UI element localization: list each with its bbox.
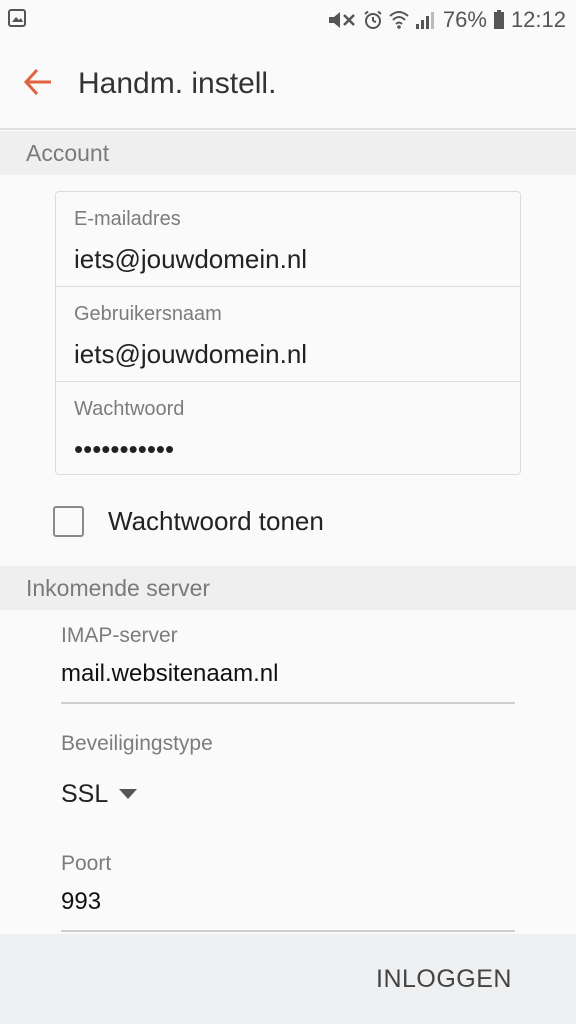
- wifi-icon: [389, 10, 409, 30]
- back-button[interactable]: [0, 39, 76, 129]
- battery-percentage: 76%: [442, 7, 487, 32]
- security-type-dropdown[interactable]: SSL: [61, 774, 138, 814]
- arrow-left-icon: [23, 68, 53, 101]
- status-bar: 76% 12:12: [0, 0, 576, 40]
- app-bar: Handm. instell.: [0, 40, 576, 130]
- show-password-row[interactable]: Wachtwoord tonen: [53, 498, 324, 544]
- signal-icon: [415, 10, 437, 30]
- mute-icon: [327, 10, 357, 30]
- email-field[interactable]: [74, 244, 504, 275]
- security-type-value: SSL: [61, 779, 109, 808]
- account-card: E-mailadres Gebruikersnaam Wachtwoord: [55, 191, 521, 475]
- port-field-group: Poort: [61, 850, 515, 934]
- show-password-checkbox[interactable]: [53, 505, 84, 537]
- show-password-label: Wachtwoord tonen: [108, 505, 324, 536]
- login-button[interactable]: INLOGGEN: [376, 965, 512, 994]
- username-label: Gebruikersnaam: [74, 303, 222, 325]
- email-field-group: E-mailadres: [56, 192, 520, 287]
- section-header-incoming-server: Inkomende server: [0, 566, 576, 610]
- port-input[interactable]: [61, 888, 515, 916]
- clock: 12:12: [510, 7, 566, 32]
- section-header-account: Account: [0, 131, 576, 175]
- email-label: E-mailadres: [74, 208, 181, 230]
- imap-server-label: IMAP-server: [61, 624, 178, 647]
- username-field[interactable]: [74, 339, 504, 370]
- port-label: Poort: [61, 852, 112, 875]
- image-icon: [8, 8, 26, 32]
- security-type-label: Beveiligingstype: [61, 732, 213, 755]
- password-field-group: Wachtwoord: [56, 381, 520, 476]
- caret-down-icon: [118, 788, 138, 800]
- imap-server-field-group: IMAP-server: [61, 620, 515, 706]
- page-title: Handm. instell.: [78, 67, 277, 100]
- password-label: Wachtwoord: [74, 398, 185, 420]
- battery-icon: [493, 10, 505, 30]
- password-field[interactable]: [74, 434, 504, 465]
- imap-server-underline: [61, 702, 515, 704]
- username-field-group: Gebruikersnaam: [56, 286, 520, 381]
- port-underline: [61, 930, 515, 932]
- imap-server-input[interactable]: [61, 660, 515, 688]
- bottom-action-bar: INLOGGEN: [0, 934, 576, 1024]
- alarm-icon: [363, 10, 383, 30]
